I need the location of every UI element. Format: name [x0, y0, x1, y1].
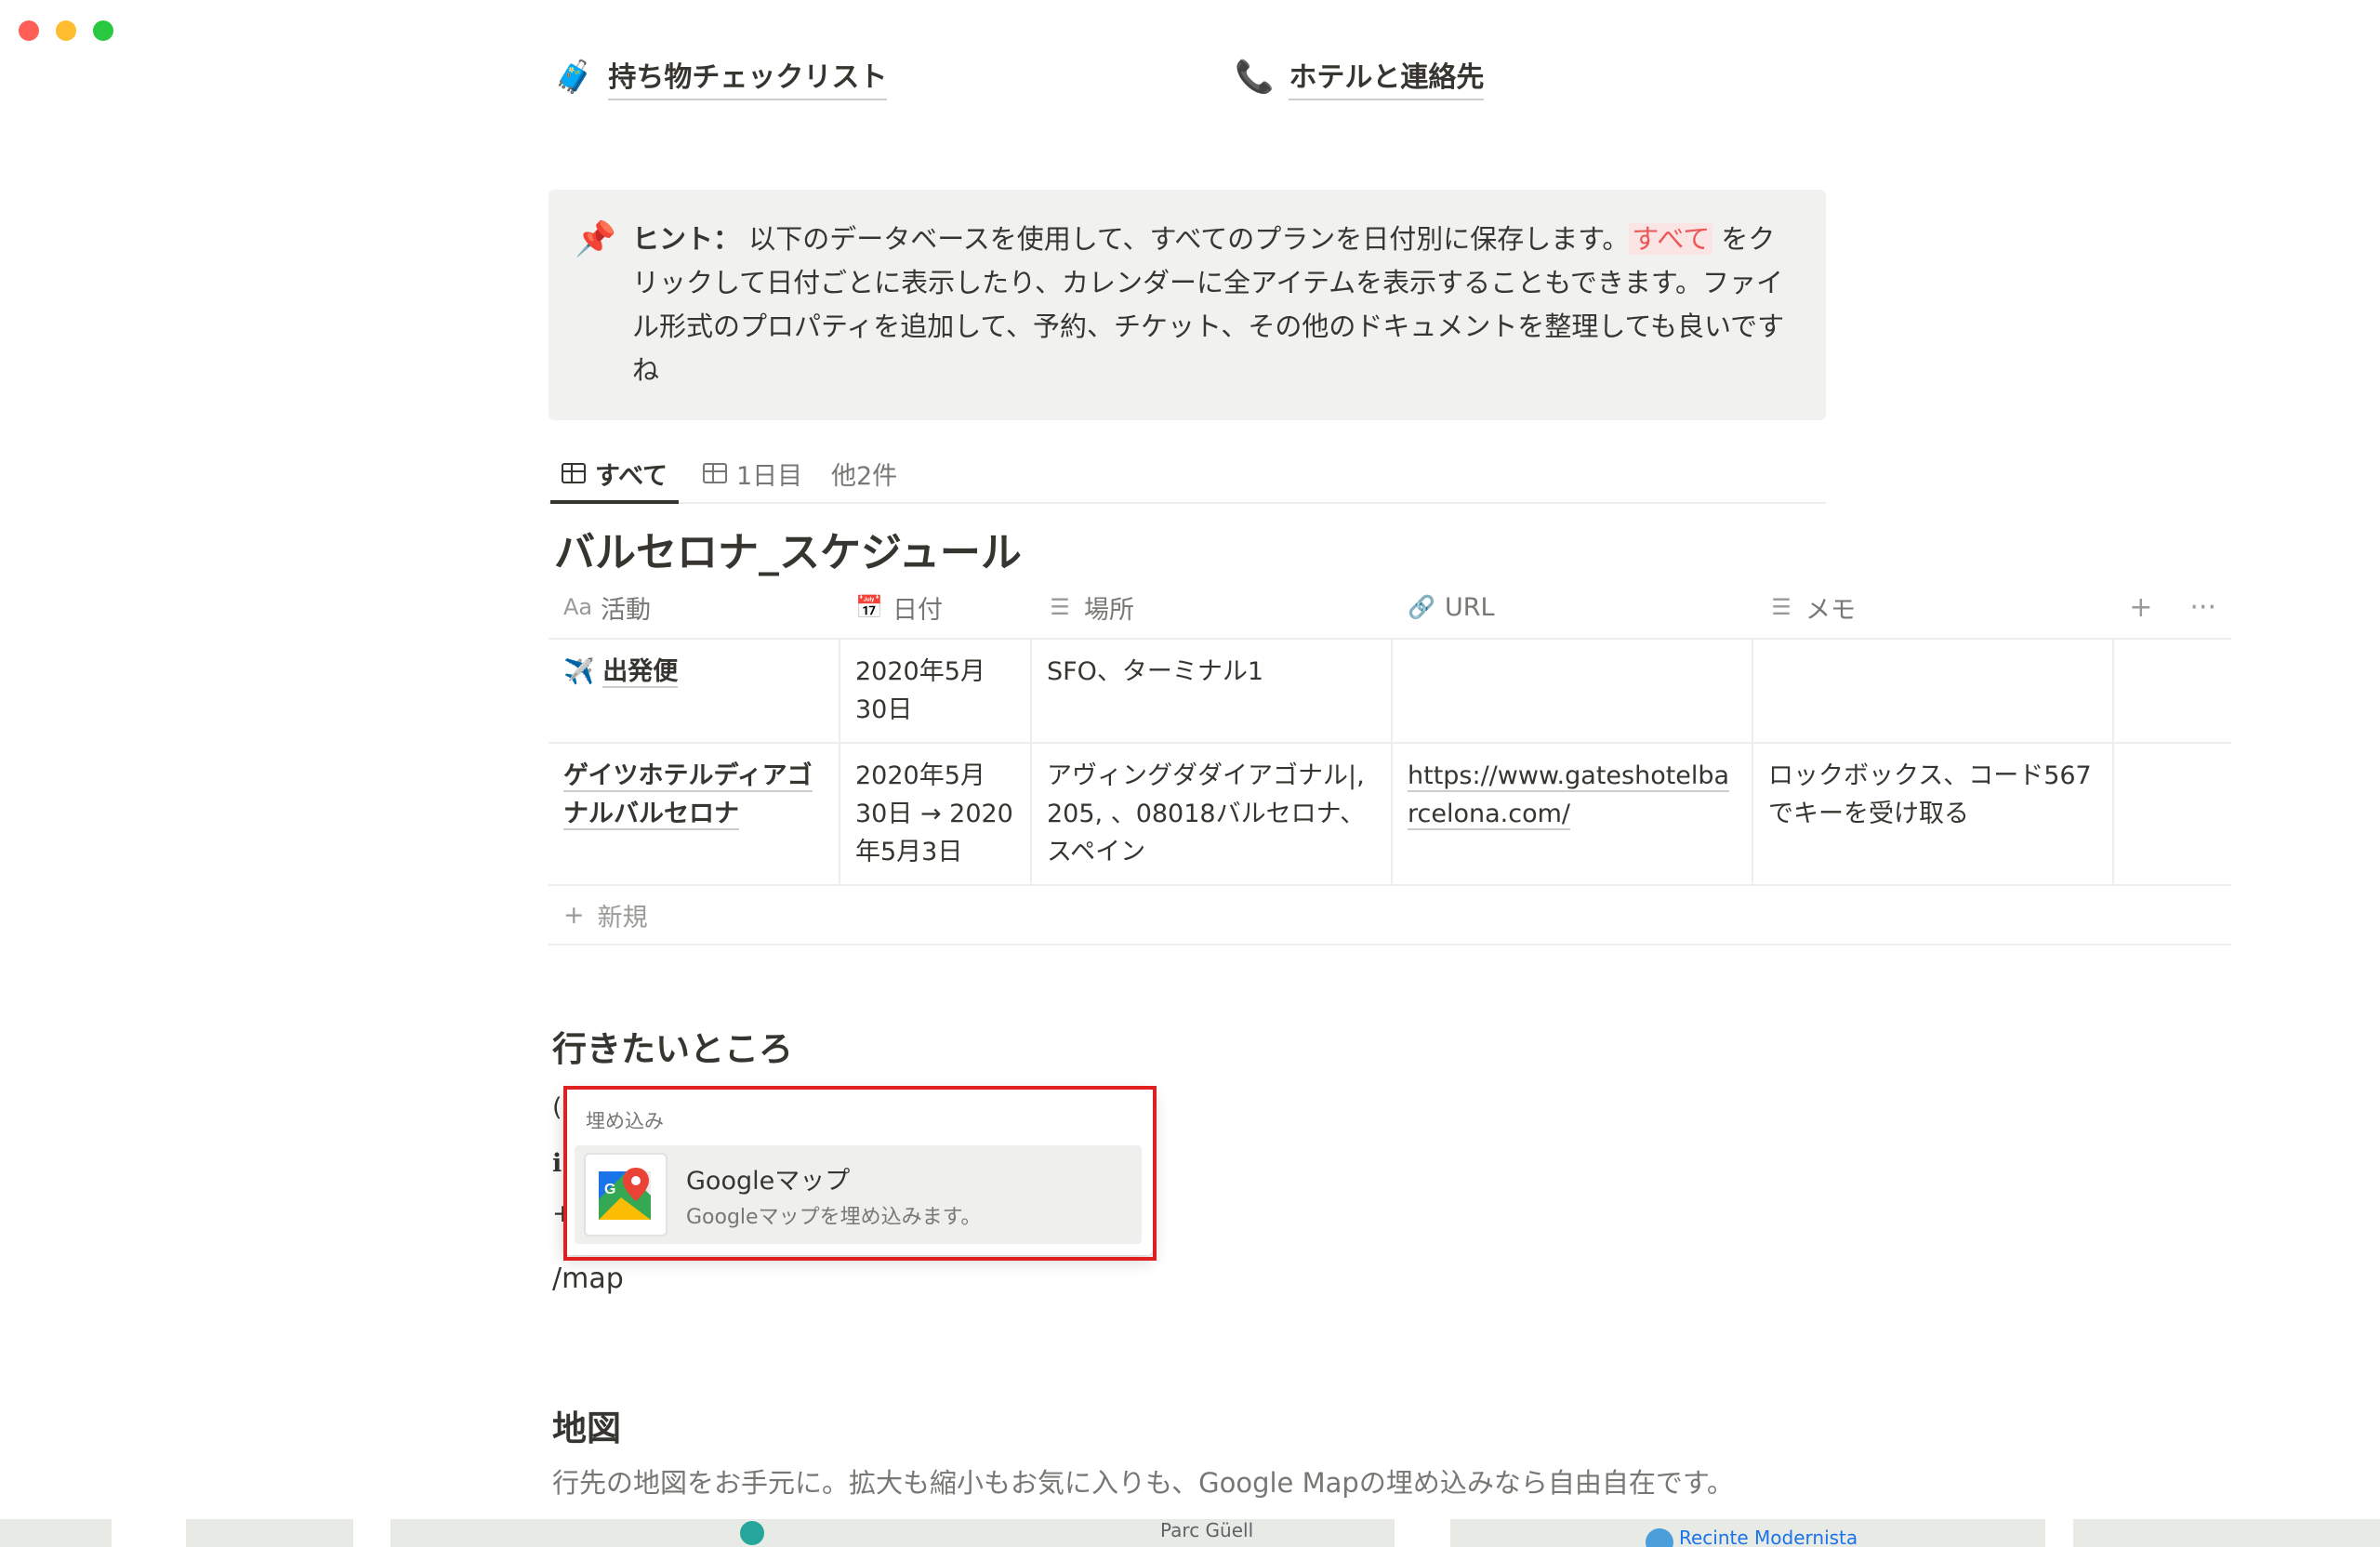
link-icon: 🔗 [1408, 594, 1435, 620]
cell-url[interactable]: https://www.gateshotelbarcelona.com/ [1393, 744, 1753, 884]
close-window-button[interactable] [19, 20, 39, 41]
table-icon [562, 463, 586, 483]
cell-memo[interactable] [1753, 640, 2114, 742]
calendar-icon: 📅 [855, 594, 883, 620]
menu-item-text: Googleマップ Googleマップを埋め込みます。 [686, 1160, 981, 1230]
menu-item-title: Googleマップ [686, 1166, 851, 1196]
page-link-label: 持ち物チェックリスト [608, 54, 888, 100]
table-header: Aa 活動 📅 日付 ☰ 場所 🔗 URL ☰ メモ + ··· [549, 576, 2231, 640]
column-header-url[interactable]: 🔗 URL [1393, 593, 1753, 622]
cell-empty [2114, 744, 2231, 884]
cell-place[interactable]: アヴィングダダイアゴナル|, 205, 、08018バルセロナ、スペイン [1032, 744, 1393, 884]
google-maps-icon: G [584, 1153, 668, 1236]
table-icon [703, 463, 727, 483]
view-tabs: すべて 1日目 他2件 [549, 444, 1826, 504]
tab-label: 1日目 [736, 461, 803, 491]
menu-section-label: 埋め込み [586, 1110, 664, 1132]
map-road [353, 1519, 390, 1547]
column-header-place[interactable]: ☰ 場所 [1032, 589, 1393, 626]
tab-label: 他2件 [831, 461, 898, 491]
page-link-packing-list[interactable]: 🧳 持ち物チェックリスト [554, 54, 888, 100]
add-row-label: 新規 [597, 903, 648, 932]
minimize-window-button[interactable] [56, 20, 76, 41]
map-road [1395, 1519, 1450, 1547]
slash-command-input[interactable]: /map [552, 1263, 624, 1295]
callout-text: 以下のデータベースを使用して、すべてのプランを日付別に保存します。 [740, 223, 1630, 255]
menu-item-google-maps[interactable]: G Googleマップ Googleマップを埋め込みます。 [575, 1145, 1142, 1244]
phone-icon: 📞 [1235, 59, 1275, 96]
column-label: 日付 [892, 595, 943, 625]
cell-url[interactable] [1393, 640, 1753, 742]
column-label: URL [1445, 592, 1495, 622]
callout-bold-label: ヒント： [632, 223, 741, 255]
column-label: メモ [1805, 595, 1856, 625]
cell-activity[interactable]: ゲイツホテルディアゴナルバルセロナ [549, 744, 840, 884]
map-road [112, 1519, 186, 1547]
map-description: 行先の地図をお手元に。拡大も縮小もお気に入りも、Google Mapの埋め込みな… [552, 1467, 1734, 1499]
column-header-memo[interactable]: ☰ メモ [1753, 589, 2114, 626]
map-label: Parc Güell [1160, 1519, 1254, 1541]
slash-command-menu: 埋め込み G Googleマップ Googleマップを埋め込みます。 [563, 1088, 1153, 1255]
cell-date[interactable]: 2020年5月30日 [840, 640, 1032, 742]
menu-item-description: Googleマップを埋め込みます。 [686, 1205, 982, 1229]
svg-text:G: G [604, 1182, 615, 1197]
obscured-text-fragment: ℹ [552, 1149, 562, 1178]
window-controls [19, 20, 113, 41]
column-label: 場所 [1084, 595, 1134, 625]
add-row-button[interactable]: + 新規 [549, 886, 2231, 945]
map-label: Recinte Modernista [1679, 1527, 1858, 1547]
table-row[interactable]: ゲイツホテルディアゴナルバルセロナ 2020年5月30日 → 2020年5月3日… [549, 744, 2231, 886]
google-map-embed[interactable]: Parc Güell Recinte Modernista [0, 1519, 2380, 1547]
column-header-activity[interactable]: Aa 活動 [549, 589, 840, 626]
database-title[interactable]: バルセロナ_スケジュール [554, 519, 1022, 578]
page-link-label: ホテルと連絡先 [1289, 54, 1485, 100]
tab-more[interactable]: 他2件 [831, 452, 897, 495]
airplane-icon: ✈️ [563, 657, 595, 686]
obscured-text-fragment: ( [552, 1093, 562, 1122]
row-name[interactable]: 出発便 [602, 657, 679, 688]
more-options-icon[interactable]: ··· [2189, 591, 2216, 624]
map-marker-icon[interactable] [1646, 1528, 1673, 1547]
row-name[interactable]: ゲイツホテルディアゴナルバルセロナ [563, 761, 813, 830]
cell-activity[interactable]: ✈️ 出発便 [549, 640, 840, 742]
column-header-date[interactable]: 📅 日付 [840, 589, 1032, 626]
map-road [2045, 1519, 2073, 1547]
column-label: 活動 [601, 595, 651, 625]
heading-map[interactable]: 地図 [552, 1400, 621, 1450]
plus-icon: + [563, 900, 585, 930]
callout-highlight-link[interactable]: すべて [1629, 223, 1713, 255]
pushpin-icon: 📌 [575, 220, 616, 258]
add-column-icon[interactable]: + [2129, 591, 2152, 624]
hint-callout: 📌 ヒント： 以下のデータベースを使用して、すべてのプランを日付別に保存します。… [549, 190, 1826, 420]
table-header-actions: + ··· [2129, 591, 2231, 624]
lines-icon: ☰ [1771, 594, 1792, 620]
text-property-icon: Aa [563, 594, 593, 620]
tab-day1[interactable]: 1日目 [703, 452, 802, 495]
page-link-hotel-contacts[interactable]: 📞 ホテルと連絡先 [1235, 54, 1485, 100]
lines-icon: ☰ [1050, 594, 1070, 620]
map-marker-icon[interactable] [740, 1521, 764, 1545]
luggage-icon: 🧳 [554, 59, 594, 96]
schedule-table: Aa 活動 📅 日付 ☰ 場所 🔗 URL ☰ メモ + ··· ✈️ 出発便 … [549, 576, 2231, 945]
cell-date[interactable]: 2020年5月30日 → 2020年5月3日 [840, 744, 1032, 884]
cell-empty [2114, 640, 2231, 742]
url-link[interactable]: https://www.gateshotelbarcelona.com/ [1408, 761, 1730, 830]
cell-place[interactable]: SFO、ターミナル1 [1032, 640, 1393, 742]
zoom-window-button[interactable] [93, 20, 113, 41]
tab-all[interactable]: すべて [549, 452, 680, 504]
heading-wanted-places[interactable]: 行きたいところ [552, 1021, 793, 1071]
tab-label: すべて [595, 461, 668, 491]
cell-memo[interactable]: ロックボックス、コード567でキーを受け取る [1753, 744, 2114, 884]
table-row[interactable]: ✈️ 出発便 2020年5月30日 SFO、ターミナル1 [549, 640, 2231, 744]
